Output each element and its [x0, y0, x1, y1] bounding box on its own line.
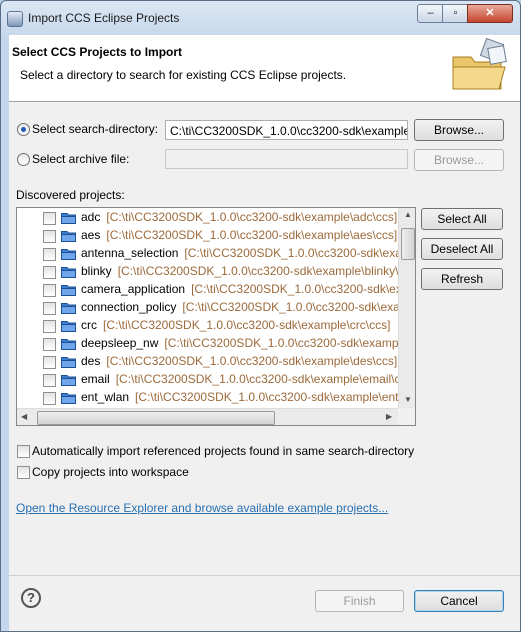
select-all-button[interactable]: Select All — [421, 208, 503, 230]
project-name: blinky — [81, 264, 112, 278]
archive-file-input[interactable] — [165, 149, 408, 169]
cancel-button[interactable]: Cancel — [414, 590, 504, 612]
horizontal-scroll-thumb[interactable] — [37, 411, 275, 425]
project-path: [C:\ti\CC3200SDK_1.0.0\cc3200-sdk\exampl… — [164, 336, 416, 350]
project-path: [C:\ti\CC3200SDK_1.0.0\cc3200-sdk\exampl… — [182, 300, 416, 314]
project-row[interactable]: email [C:\ti\CC3200SDK_1.0.0\cc3200-sdk\e… — [17, 371, 415, 389]
projects-tree[interactable]: adc [C:\ti\CC3200SDK_1.0.0\cc3200-sdk\exa… — [16, 207, 416, 426]
project-checkbox[interactable] — [43, 320, 56, 333]
project-checkbox[interactable] — [43, 284, 56, 297]
title-bar[interactable]: Import CCS Eclipse Projects ‒ ▫ ✕ — [1, 1, 520, 35]
page-description: Select a directory to search for existin… — [20, 68, 347, 82]
window-title: Import CCS Eclipse Projects — [28, 11, 180, 25]
deselect-all-button[interactable]: Deselect All — [421, 238, 503, 260]
folder-icon — [61, 249, 76, 260]
vertical-scrollbar[interactable]: ▲ ▼ — [398, 208, 415, 408]
project-row[interactable]: deepsleep_nw [C:\ti\CC3200SDK_1.0.0\cc320… — [17, 335, 415, 353]
folder-icon — [61, 321, 76, 332]
folder-icon — [61, 357, 76, 368]
wizard-header: Select CCS Projects to Import Select a d… — [9, 35, 520, 102]
folder-icon — [61, 231, 76, 242]
project-path: [C:\ti\CC3200SDK_1.0.0\cc3200-sdk\exampl… — [135, 390, 415, 404]
project-name: ent_wlan — [81, 390, 130, 404]
project-path: [C:\ti\CC3200SDK_1.0.0\cc3200-sdk\exampl… — [106, 354, 398, 368]
project-path: [C:\ti\CC3200SDK_1.0.0\cc3200-sdk\exampl… — [106, 210, 398, 224]
maximize-button[interactable]: ▫ — [442, 4, 469, 23]
project-checkbox[interactable] — [43, 230, 56, 243]
project-path: [C:\ti\CC3200SDK_1.0.0\cc3200-sdk\exampl… — [117, 264, 416, 278]
help-icon[interactable]: ? — [21, 588, 41, 608]
import-folder-icon — [452, 37, 507, 90]
folder-icon — [61, 267, 76, 278]
project-checkbox[interactable] — [43, 248, 56, 261]
project-checkbox[interactable] — [43, 356, 56, 369]
project-row[interactable]: des [C:\ti\CC3200SDK_1.0.0\cc3200-sdk\exa… — [17, 353, 397, 371]
project-name: camera_application — [81, 282, 186, 296]
scroll-corner — [398, 408, 415, 425]
vertical-scroll-thumb[interactable] — [401, 228, 415, 260]
project-row[interactable]: camera_application [C:\ti\CC3200SDK_1.0.0… — [17, 281, 415, 299]
project-path: [C:\ti\CC3200SDK_1.0.0\cc3200-sdk\exampl… — [103, 318, 391, 332]
auto-import-checkbox[interactable] — [17, 445, 30, 458]
project-row[interactable]: crc [C:\ti\CC3200SDK_1.0.0\cc3200-sdk\exa… — [17, 317, 397, 335]
project-name: aes — [81, 228, 101, 242]
project-name: email — [81, 372, 110, 386]
refresh-button[interactable]: Refresh — [421, 268, 503, 290]
project-checkbox[interactable] — [43, 392, 56, 405]
page-title: Select CCS Projects to Import — [12, 45, 183, 59]
project-checkbox[interactable] — [43, 212, 56, 225]
project-path: [C:\ti\CC3200SDK_1.0.0\cc3200-sdk\exampl… — [191, 282, 415, 296]
folder-icon — [61, 285, 76, 296]
folder-icon — [61, 393, 76, 404]
resource-explorer-link[interactable]: Open the Resource Explorer and browse av… — [16, 501, 388, 515]
project-checkbox[interactable] — [43, 374, 56, 387]
scroll-right-arrow[interactable]: ▶ — [386, 412, 392, 421]
project-name: adc — [81, 210, 101, 224]
project-name: connection_policy — [81, 300, 177, 314]
project-name: antenna_selection — [81, 246, 179, 260]
folder-icon — [61, 375, 76, 386]
project-path: [C:\ti\CC3200SDK_1.0.0\cc3200-sdk\exampl… — [106, 228, 398, 242]
discovered-projects-label: Discovered projects: — [16, 188, 125, 202]
search-directory-input[interactable]: C:\ti\CC3200SDK_1.0.0\cc3200-sdk\example — [165, 120, 408, 140]
project-row[interactable]: blinky [C:\ti\CC3200SDK_1.0.0\cc3200-sdk\… — [17, 263, 415, 281]
copy-projects-label: Copy projects into workspace — [32, 465, 189, 479]
project-name: deepsleep_nw — [81, 336, 159, 350]
scroll-left-arrow[interactable]: ◀ — [21, 412, 27, 421]
dialog-body: Select CCS Projects to Import Select a d… — [9, 35, 520, 631]
finish-button[interactable]: Finish — [315, 590, 404, 612]
search-directory-label: Select search-directory: — [32, 122, 159, 136]
project-row[interactable]: aes [C:\ti\CC3200SDK_1.0.0\cc3200-sdk\exa… — [17, 227, 397, 245]
horizontal-scrollbar[interactable]: ◀ ▶ — [17, 408, 398, 425]
project-checkbox[interactable] — [43, 338, 56, 351]
project-row[interactable]: connection_policy [C:\ti\CC3200SDK_1.0.0\… — [17, 299, 415, 317]
archive-file-radio[interactable] — [17, 153, 30, 166]
project-checkbox[interactable] — [43, 302, 56, 315]
search-directory-radio[interactable] — [17, 123, 30, 136]
browse-archive-button[interactable]: Browse... — [414, 149, 504, 171]
browse-directory-button[interactable]: Browse... — [414, 119, 504, 141]
footer-separator — [9, 575, 520, 576]
project-checkbox[interactable] — [43, 266, 56, 279]
minimize-button[interactable]: ‒ — [417, 4, 444, 23]
dialog-window: Import CCS Eclipse Projects ‒ ▫ ✕ Select… — [0, 0, 521, 632]
auto-import-label: Automatically import referenced projects… — [32, 444, 415, 458]
project-path: [C:\ti\CC3200SDK_1.0.0\cc3200-sdk\exampl… — [115, 372, 416, 386]
project-name: des — [81, 354, 101, 368]
copy-projects-checkbox[interactable] — [17, 466, 30, 479]
project-path: [C:\ti\CC3200SDK_1.0.0\cc3200-sdk\exampl… — [184, 246, 415, 260]
project-row[interactable]: ent_wlan [C:\ti\CC3200SDK_1.0.0\cc3200-sd… — [17, 389, 415, 407]
folder-icon — [61, 303, 76, 314]
archive-file-label: Select archive file: — [32, 152, 130, 166]
close-button[interactable]: ✕ — [467, 4, 513, 23]
folder-icon — [61, 213, 76, 224]
project-row[interactable]: antenna_selection [C:\ti\CC3200SDK_1.0.0\… — [17, 245, 415, 263]
folder-icon — [61, 339, 76, 350]
scroll-down-arrow[interactable]: ▼ — [404, 395, 412, 404]
app-icon — [7, 11, 23, 27]
project-row[interactable]: adc [C:\ti\CC3200SDK_1.0.0\cc3200-sdk\exa… — [17, 209, 397, 227]
scroll-up-arrow[interactable]: ▲ — [404, 210, 412, 219]
project-name: crc — [81, 318, 97, 332]
